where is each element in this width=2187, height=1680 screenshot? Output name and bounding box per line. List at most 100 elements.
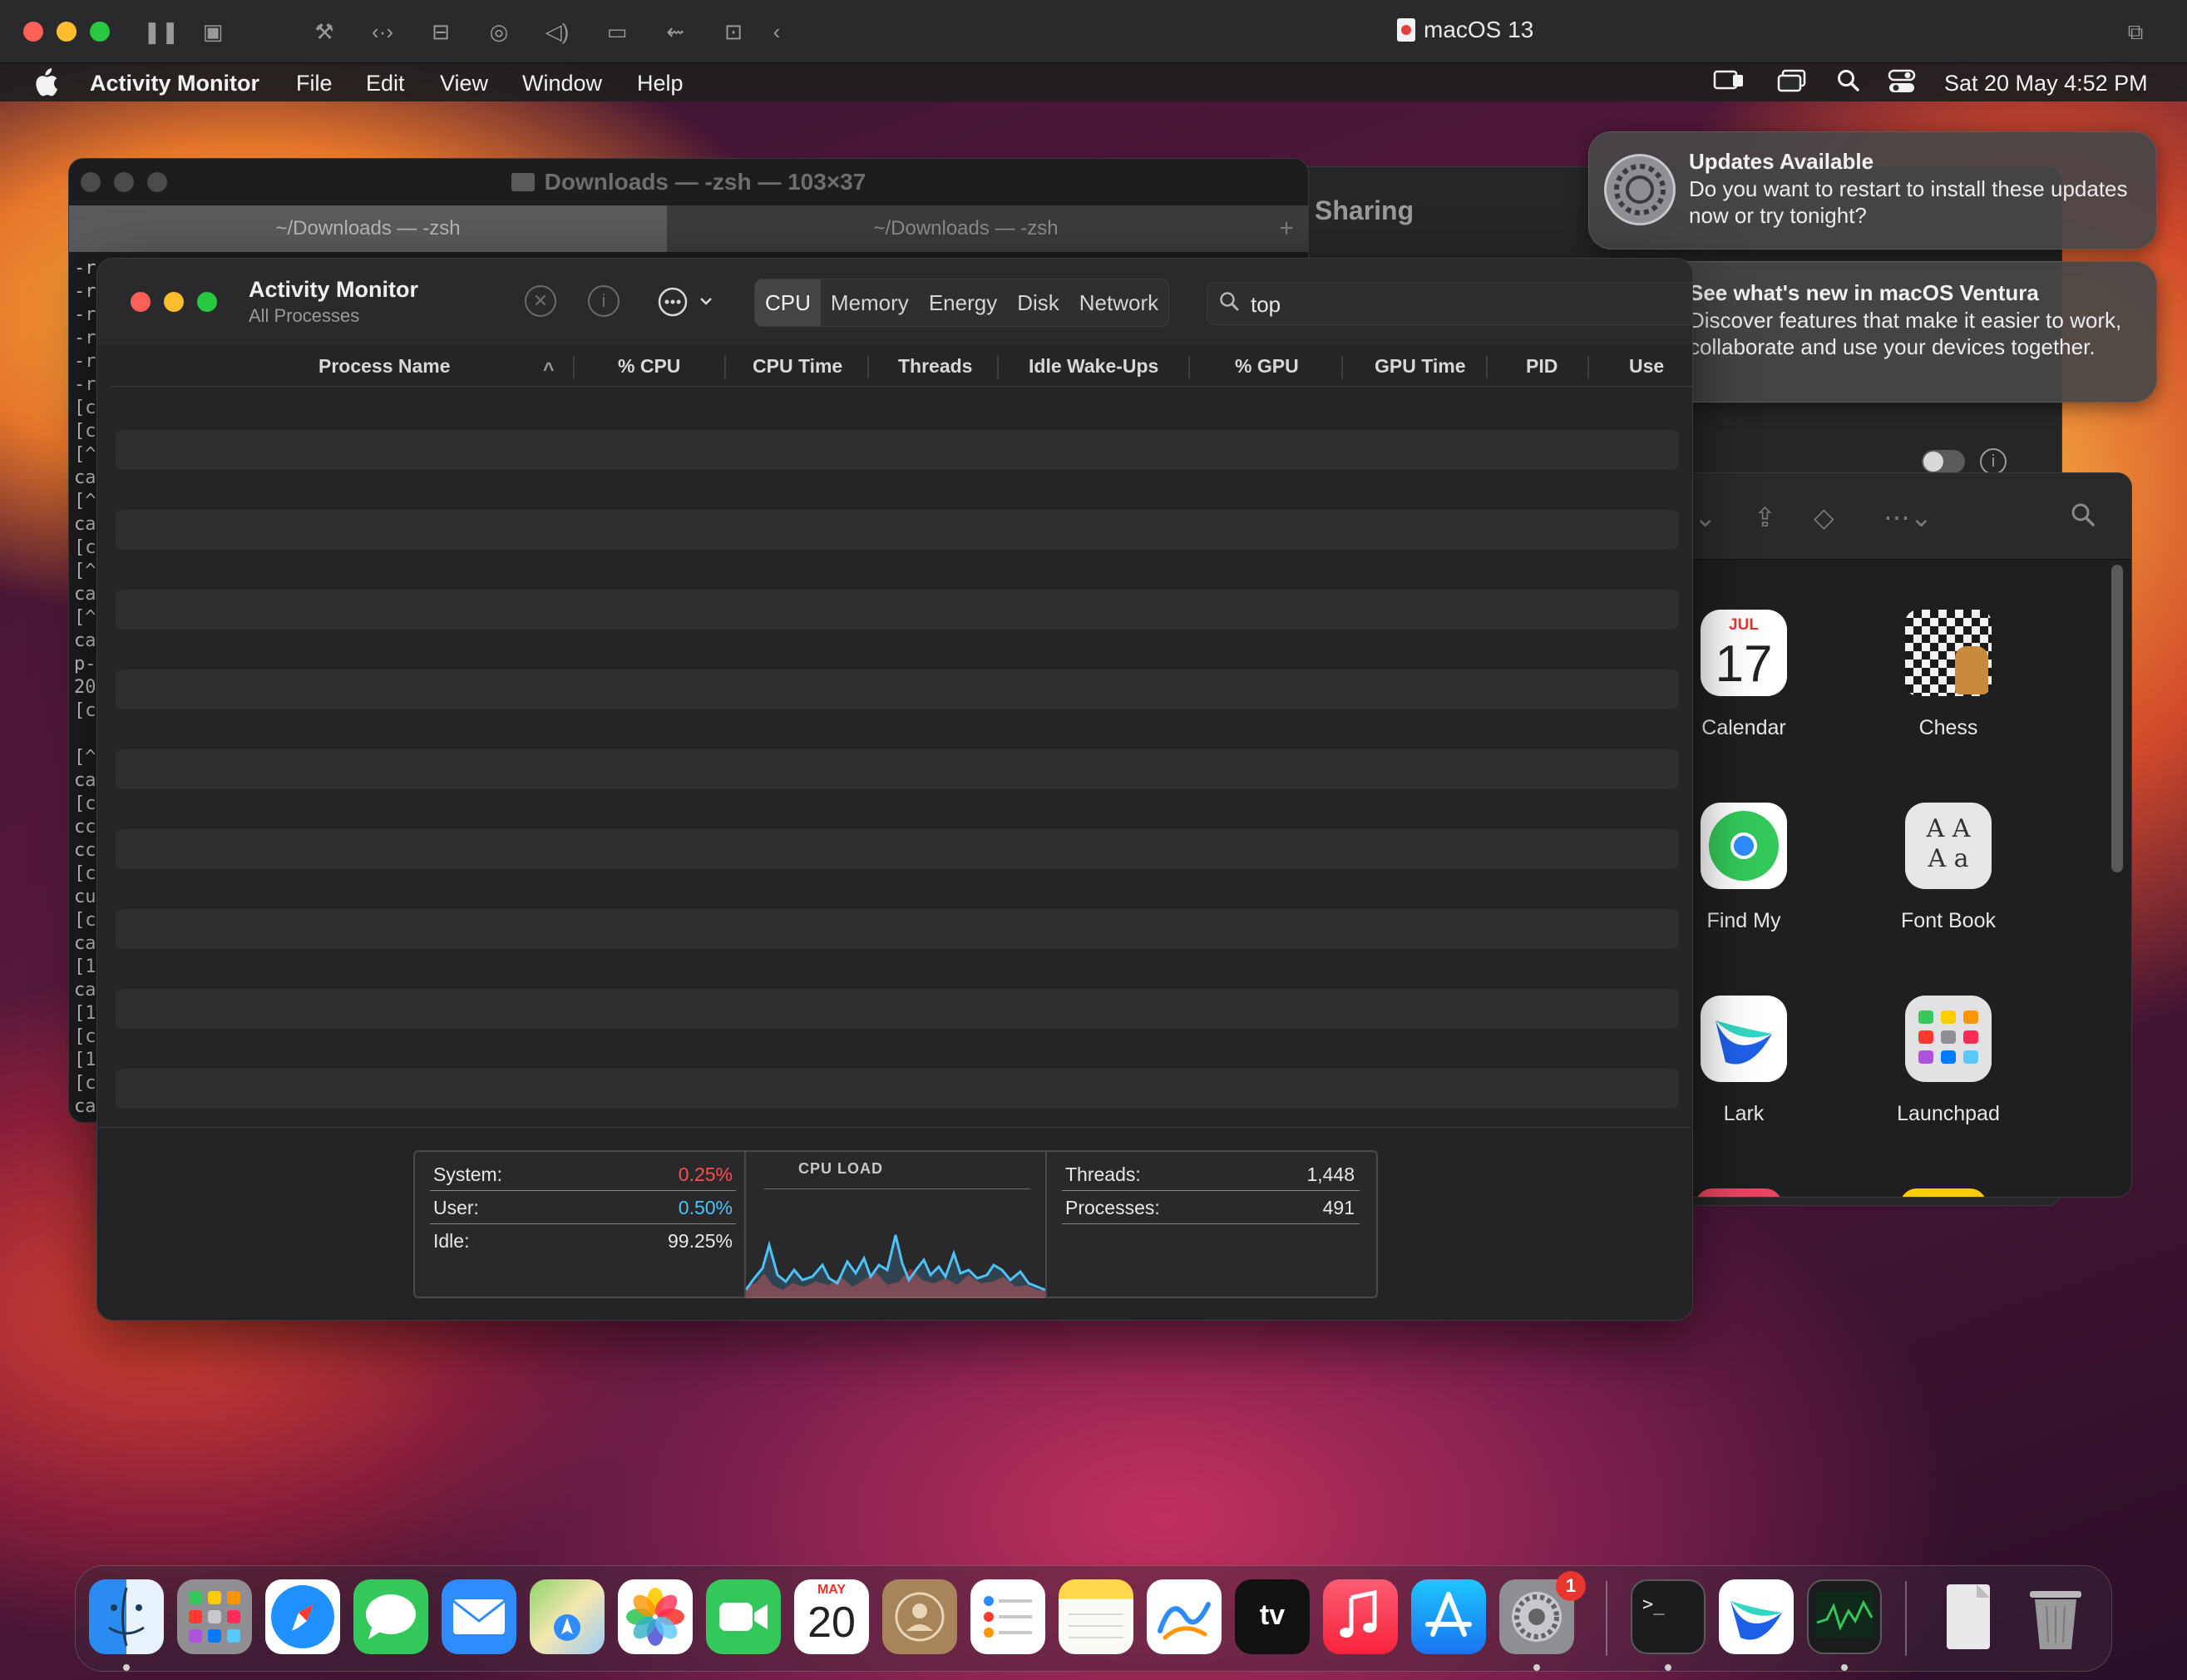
table-row[interactable]: [116, 949, 1679, 989]
messages-icon[interactable]: [353, 1579, 428, 1654]
terminal-minimize-button[interactable]: [114, 172, 134, 192]
table-row[interactable]: [116, 430, 1679, 470]
snapshot-icon[interactable]: ▣: [200, 18, 226, 45]
tab-energy[interactable]: Energy: [919, 279, 1007, 326]
share-icon[interactable]: ⇪: [1754, 502, 1776, 533]
stop-process-icon[interactable]: ✕: [525, 285, 556, 317]
table-row[interactable]: [116, 789, 1679, 829]
tab-memory[interactable]: Memory: [821, 279, 919, 326]
column-divider[interactable]: [867, 355, 869, 378]
column-gpu-time[interactable]: GPU Time: [1375, 355, 1466, 378]
chevron-left-icon[interactable]: ‹: [763, 18, 790, 45]
activity-monitor-icon[interactable]: [1807, 1579, 1882, 1654]
column-cpu-percent[interactable]: % CPU: [618, 355, 680, 378]
document-stack-icon[interactable]: [1930, 1579, 2005, 1654]
clock[interactable]: Sat 20 May 4:52 PM: [1944, 71, 2148, 96]
mail-icon[interactable]: [442, 1579, 516, 1654]
pause-icon[interactable]: ❚❚: [143, 18, 180, 45]
spotlight-search-icon[interactable]: [1836, 68, 1861, 93]
menu-help[interactable]: Help: [637, 71, 684, 96]
table-row[interactable]: [116, 749, 1679, 789]
wrench-icon[interactable]: ⚒: [311, 18, 338, 45]
column-pid[interactable]: PID: [1526, 355, 1558, 378]
contacts-icon[interactable]: [882, 1579, 957, 1654]
fullscreen-icon[interactable]: ⧉: [2122, 18, 2149, 45]
table-row[interactable]: [116, 989, 1679, 1029]
apple-tv-icon[interactable]: tv: [1235, 1579, 1310, 1654]
speaker-icon[interactable]: ◁): [544, 18, 570, 45]
app-partial[interactable]: [1696, 1188, 1782, 1197]
column-divider[interactable]: [1486, 355, 1488, 378]
table-row[interactable]: [116, 550, 1679, 590]
column-divider[interactable]: [1341, 355, 1343, 378]
tab-cpu[interactable]: CPU: [755, 279, 821, 326]
notification-updates[interactable]: Updates Available Do you want to restart…: [1588, 131, 2157, 250]
launchpad-icon[interactable]: [177, 1579, 252, 1654]
lark-icon[interactable]: [1719, 1579, 1794, 1654]
app-store-icon[interactable]: [1411, 1579, 1486, 1654]
column-divider[interactable]: [1587, 355, 1589, 378]
column-gpu-percent[interactable]: % GPU: [1235, 355, 1299, 378]
column-idle-wake-ups[interactable]: Idle Wake-Ups: [1029, 355, 1158, 378]
table-row[interactable]: [116, 709, 1679, 749]
table-row[interactable]: [116, 390, 1679, 430]
tab-network[interactable]: Network: [1069, 279, 1168, 326]
usb-icon[interactable]: ⇜: [662, 18, 689, 45]
vm-zoom-button[interactable]: [90, 22, 110, 42]
vm-close-button[interactable]: [23, 22, 43, 42]
table-row[interactable]: [116, 590, 1679, 630]
am-close-button[interactable]: [131, 292, 151, 312]
am-zoom-button[interactable]: [197, 292, 217, 312]
music-icon[interactable]: [1323, 1579, 1398, 1654]
table-row[interactable]: [116, 470, 1679, 510]
table-row[interactable]: [116, 869, 1679, 909]
finder-scrollbar[interactable]: [2111, 565, 2123, 872]
new-tab-button[interactable]: +: [1265, 205, 1308, 252]
trash-icon[interactable]: [2018, 1579, 2093, 1654]
column-divider[interactable]: [724, 355, 726, 378]
column-user[interactable]: Use: [1629, 355, 1664, 378]
process-search[interactable]: [1207, 282, 1692, 325]
sharing-toggle[interactable]: [1922, 450, 1965, 473]
screen-mirroring-icon[interactable]: [1713, 68, 1745, 93]
search-icon[interactable]: [2070, 502, 2096, 535]
column-cpu-time[interactable]: CPU Time: [753, 355, 842, 378]
window-stack-icon[interactable]: [1776, 68, 1808, 93]
am-minimize-button[interactable]: [164, 292, 184, 312]
app-chess[interactable]: Chess: [1857, 610, 2040, 740]
table-row[interactable]: [116, 1069, 1679, 1109]
more-actions-icon[interactable]: [656, 285, 723, 323]
table-row[interactable]: [116, 1029, 1679, 1069]
terminal-tab[interactable]: ~/Downloads — -zsh: [69, 205, 667, 252]
app-font-book[interactable]: A A A a Font Book: [1857, 803, 2040, 933]
video-camera-icon[interactable]: ▭: [604, 18, 630, 45]
terminal-icon[interactable]: >_: [1631, 1579, 1706, 1654]
table-row[interactable]: [116, 829, 1679, 869]
info-icon[interactable]: i: [588, 285, 620, 317]
maps-icon[interactable]: [530, 1579, 605, 1654]
am-window-subtitle[interactable]: All Processes: [249, 305, 359, 327]
reminders-icon[interactable]: [970, 1579, 1045, 1654]
app-partial[interactable]: [1900, 1188, 1987, 1197]
column-process-name[interactable]: Process Name: [318, 355, 451, 378]
info-icon[interactable]: i: [1980, 448, 2007, 475]
terminal-tab[interactable]: ~/Downloads — -zsh: [667, 205, 1265, 252]
column-divider[interactable]: [997, 355, 999, 378]
vm-minimize-button[interactable]: [57, 22, 77, 42]
calendar-icon[interactable]: MAY 20: [794, 1579, 869, 1654]
safari-icon[interactable]: [265, 1579, 340, 1654]
tab-disk[interactable]: Disk: [1007, 279, 1069, 326]
control-center-icon[interactable]: [1888, 68, 1916, 95]
notes-icon[interactable]: [1059, 1579, 1133, 1654]
menu-view[interactable]: View: [440, 71, 488, 96]
tag-icon[interactable]: ◇: [1814, 502, 1834, 533]
search-input[interactable]: [1251, 288, 1666, 321]
facetime-icon[interactable]: [706, 1579, 781, 1654]
photos-icon[interactable]: [618, 1579, 693, 1654]
code-arrows-icon[interactable]: ‹·›: [369, 18, 396, 45]
table-row[interactable]: [116, 909, 1679, 949]
freeform-icon[interactable]: [1147, 1579, 1222, 1654]
disk-icon[interactable]: ⊟: [427, 18, 454, 45]
terminal-close-button[interactable]: [81, 172, 101, 192]
column-divider[interactable]: [1188, 355, 1190, 378]
